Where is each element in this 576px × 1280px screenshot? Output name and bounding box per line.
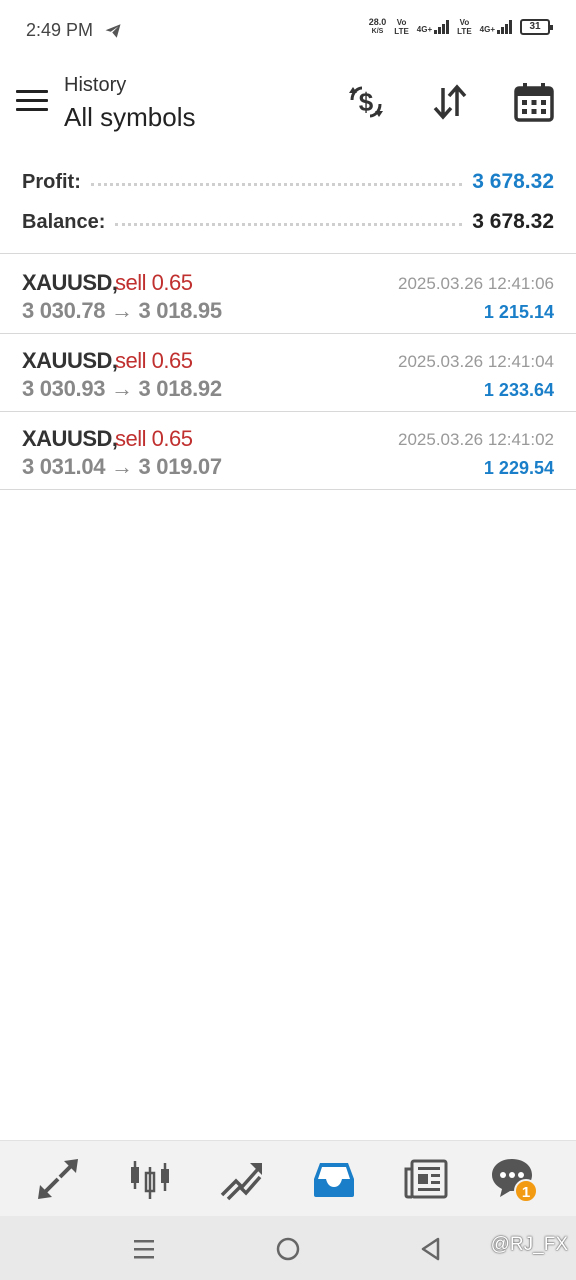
dotted-leader bbox=[90, 182, 463, 186]
balance-label: Balance: bbox=[22, 210, 106, 233]
balance-row: Balance: 3 678.32 bbox=[22, 202, 554, 242]
profit-label: Profit: bbox=[22, 170, 81, 193]
deal-profit: 1 229.54 bbox=[483, 458, 554, 478]
home-icon[interactable] bbox=[273, 1234, 303, 1264]
deals-list: XAUUSD, sell 0.65 3 030.78 → 3 018.95 20… bbox=[0, 256, 576, 490]
deal-profit: 1 215.14 bbox=[483, 302, 554, 322]
telegram-icon bbox=[105, 24, 121, 38]
deal-prices: 3 030.78 → 3 018.95 bbox=[22, 298, 222, 323]
chat-badge: 1 bbox=[514, 1179, 538, 1203]
chart-icon[interactable] bbox=[126, 1155, 174, 1203]
deal-row[interactable]: XAUUSD, sell 0.65 3 030.93 → 3 018.92 20… bbox=[0, 334, 576, 412]
deal-type: sell 0.65 bbox=[115, 270, 193, 295]
dotted-leader bbox=[115, 222, 463, 226]
symbol-filter[interactable]: All symbols bbox=[64, 102, 195, 133]
deal-symbol: XAUUSD, bbox=[22, 426, 118, 451]
signal-bars-icon bbox=[497, 20, 512, 34]
calendar-icon[interactable] bbox=[512, 80, 556, 124]
profit-value: 3 678.32 bbox=[472, 170, 554, 193]
svg-text:$: $ bbox=[359, 87, 374, 117]
deal-type: sell 0.65 bbox=[115, 426, 193, 451]
system-navigation: @RJ_FX bbox=[0, 1216, 576, 1280]
deal-type: sell 0.65 bbox=[115, 348, 193, 373]
quotes-icon[interactable] bbox=[34, 1155, 82, 1203]
deal-time: 2025.03.26 12:41:04 bbox=[398, 352, 554, 371]
history-icon[interactable] bbox=[310, 1155, 358, 1203]
deal-symbol: XAUUSD, bbox=[22, 270, 118, 295]
sort-icon[interactable] bbox=[428, 80, 472, 124]
menu-icon[interactable] bbox=[16, 90, 48, 116]
status-time: 2:49 PM bbox=[26, 20, 94, 40]
trade-icon[interactable] bbox=[218, 1155, 266, 1203]
deal-symbol: XAUUSD, bbox=[22, 348, 118, 373]
status-indicators: 28.0 K/S Vo LTE 4G+ Vo LTE 4G+ 31 bbox=[368, 17, 553, 36]
deal-row[interactable]: XAUUSD, sell 0.65 3 030.78 → 3 018.95 20… bbox=[0, 256, 576, 334]
deal-time: 2025.03.26 12:41:06 bbox=[398, 274, 554, 293]
deal-profit: 1 233.64 bbox=[483, 380, 554, 400]
volte-1-label: Vo LTE bbox=[394, 18, 409, 36]
bottom-navigation: 1 bbox=[0, 1140, 576, 1216]
deal-time: 2025.03.26 12:41:02 bbox=[398, 430, 554, 449]
deposit-withdrawal-icon[interactable]: $ bbox=[344, 80, 388, 124]
toolbar: History All symbols $ bbox=[0, 62, 576, 152]
history-summary: Profit: 3 678.32 Balance: 3 678.32 bbox=[0, 160, 576, 254]
battery-icon: 31 bbox=[520, 19, 553, 35]
signal-bars-icon bbox=[434, 20, 450, 34]
back-icon[interactable] bbox=[416, 1234, 446, 1264]
signal-2: 4G+ bbox=[480, 20, 512, 34]
chat-button[interactable]: 1 bbox=[488, 1155, 538, 1203]
recent-apps-icon[interactable] bbox=[129, 1234, 159, 1264]
deal-prices: 3 031.04 → 3 019.07 bbox=[22, 454, 222, 479]
network-speed: 28.0 K/S bbox=[368, 17, 387, 36]
news-icon[interactable] bbox=[402, 1155, 450, 1203]
balance-value: 3 678.32 bbox=[472, 210, 554, 233]
deal-prices: 3 030.93 → 3 018.92 bbox=[22, 376, 222, 401]
signal-1: 4G+ bbox=[417, 20, 450, 34]
volte-2-label: Vo LTE bbox=[457, 18, 472, 36]
watermark: @RJ_FX bbox=[490, 1234, 568, 1255]
deal-row[interactable]: XAUUSD, sell 0.65 3 031.04 → 3 019.07 20… bbox=[0, 412, 576, 490]
profit-row: Profit: 3 678.32 bbox=[22, 162, 554, 202]
page-title: History bbox=[64, 74, 127, 96]
status-bar: 2:49 PM 28.0 K/S Vo LTE 4G+ Vo LTE 4G+ 31 bbox=[0, 0, 576, 62]
